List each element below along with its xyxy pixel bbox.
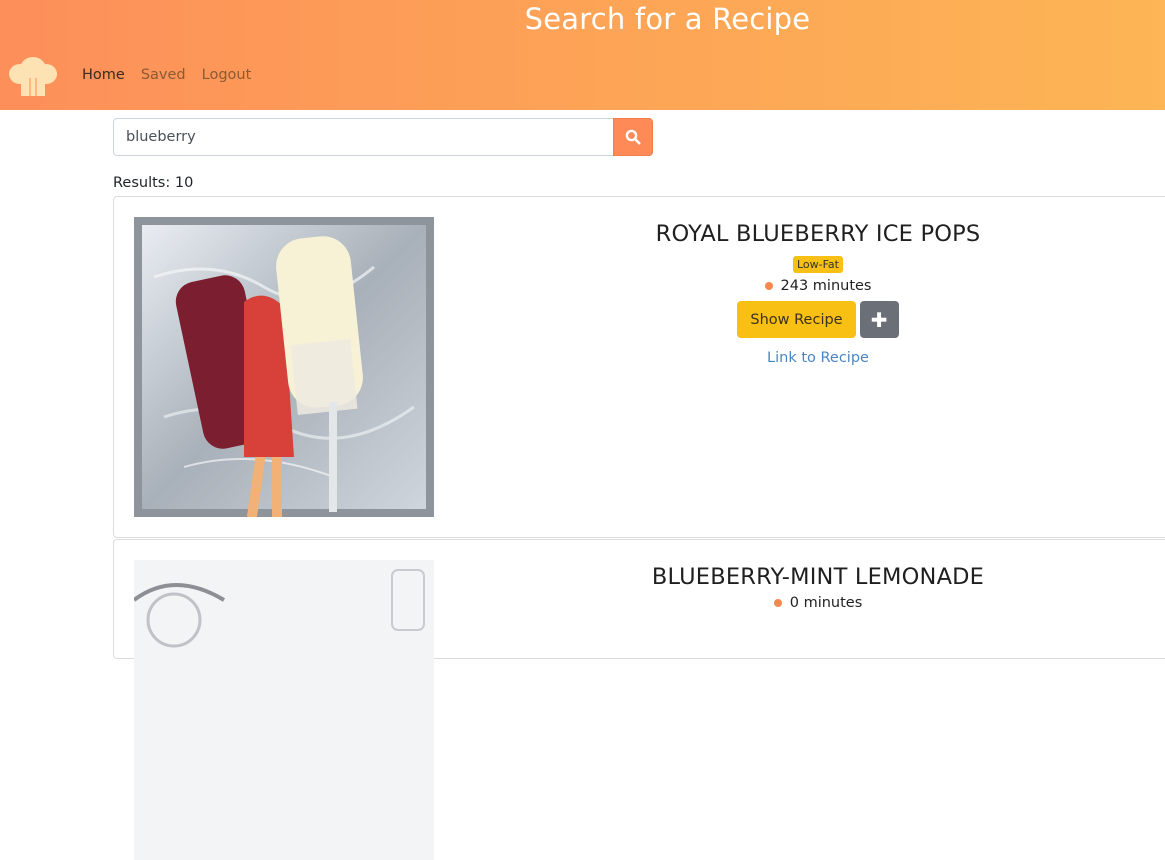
top-header: Search for a Recipe Home Saved Logout — [0, 0, 1165, 110]
cook-time: 0 minutes — [518, 595, 1118, 611]
main-nav: Home Saved Logout — [82, 67, 251, 83]
recipe-info: BLUEBERRY-MINT LEMONADE 0 minutes — [518, 564, 1118, 611]
show-recipe-button[interactable]: Show Recipe — [737, 301, 856, 338]
cook-time-label: 0 minutes — [789, 595, 863, 611]
recipe-info: ROYAL BLUEBERRY ICE POPS Low-Fat 243 min… — [518, 221, 1118, 366]
nav-saved[interactable]: Saved — [141, 67, 186, 83]
recipe-image — [134, 560, 434, 860]
search-icon — [625, 129, 641, 145]
recipe-title: ROYAL BLUEBERRY ICE POPS — [655, 221, 981, 247]
recipe-card: BLUEBERRY-MINT LEMONADE 0 minutes — [113, 539, 1165, 860]
recipe-link[interactable]: Link to Recipe — [767, 350, 869, 366]
search-input[interactable] — [113, 118, 613, 156]
recipe-title: BLUEBERRY-MINT LEMONADE — [651, 564, 985, 590]
page-title: Search for a Recipe — [524, 2, 811, 36]
dot-icon — [773, 599, 782, 607]
search-button[interactable] — [613, 118, 653, 156]
cook-time-label: 243 minutes — [780, 278, 872, 294]
nav-home[interactable]: Home — [82, 67, 125, 83]
nav-logout[interactable]: Logout — [202, 67, 252, 83]
results-count: Results: 10 — [113, 175, 194, 191]
add-recipe-button[interactable]: ✚ — [859, 301, 899, 338]
recipe-actions: Show Recipe ✚ — [518, 301, 1118, 338]
recipe-card: ROYAL BLUEBERRY ICE POPS Low-Fat 243 min… — [113, 196, 1165, 538]
recipe-image — [134, 217, 434, 517]
diet-badge: Low-Fat — [792, 256, 843, 273]
dot-icon — [764, 282, 773, 290]
search-bar — [113, 118, 653, 156]
chef-hat-icon[interactable] — [8, 56, 58, 98]
cook-time: 243 minutes — [518, 278, 1118, 294]
